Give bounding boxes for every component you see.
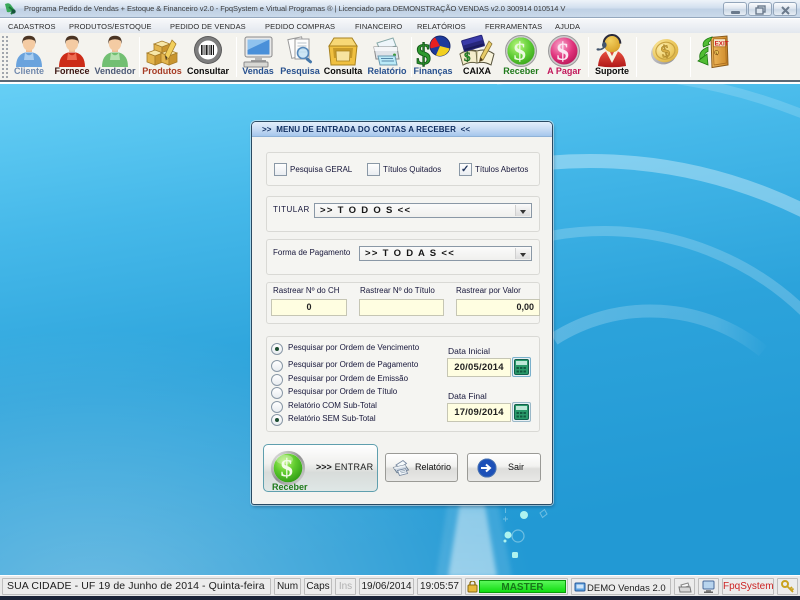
svg-text:$: $: [281, 456, 294, 483]
svg-text:$: $: [416, 38, 431, 68]
svg-text:$: $: [514, 39, 527, 66]
svg-text:$: $: [557, 39, 570, 66]
svg-text:$: $: [464, 49, 471, 64]
svg-text:EXIT: EXIT: [715, 40, 729, 47]
